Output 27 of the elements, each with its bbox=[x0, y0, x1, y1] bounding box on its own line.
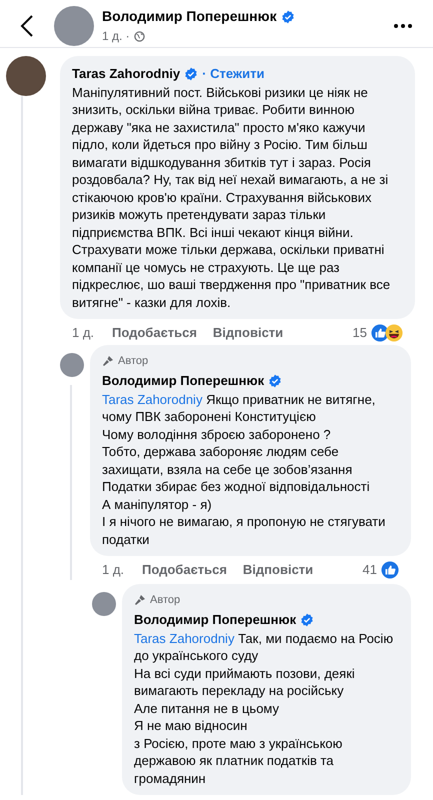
avatar bbox=[54, 6, 94, 46]
reaction-count: 15 bbox=[352, 324, 367, 342]
back-icon[interactable] bbox=[20, 14, 34, 38]
like-button[interactable]: Подобається bbox=[112, 323, 197, 342]
reply-button[interactable]: Відповісти bbox=[212, 323, 284, 342]
avatar bbox=[6, 56, 46, 96]
author-label: Автор bbox=[150, 592, 180, 608]
reply-button[interactable]: Відповісти bbox=[242, 560, 314, 580]
comment-text: Маніпулятивний пост. Військові ризики це ніяк не знизить, оскільки війна триває. Робити винною державу "яка не захистила" просто м'яко кажучи підло, коли йдеться про війну з Росію. Тим більш вимагати відшкодування збитків тут і зараз. Росія роздовбала? Ну, так від неї нехай вимагають, а не зі стікаючою кров'ю країни. Страхування військових ризиків можуть претендувати зараз тільки підприємства ВПК. Всі інші чекают кінця війни. Страхувати може тільки держава, оскільки приватні компанії це чомусь не страхують. Це ще раз підкреслює, шо ваші твердження про "приватник все витягне" - казки для лохів. bbox=[72, 84, 392, 311]
mention-link[interactable]: Taras Zahorodniy bbox=[134, 630, 234, 646]
author-name[interactable]: Володимир Поперешнюк bbox=[102, 6, 277, 27]
comment-time: 1 д. bbox=[102, 561, 126, 579]
like-button[interactable]: Подобається bbox=[142, 560, 227, 580]
commenter-name[interactable]: Володимир Поперешнюк bbox=[102, 371, 264, 390]
author-label: Автор bbox=[118, 354, 148, 368]
reply-text: Taras Zahorodniy Так, ми подаємо на Росію до українського суду На всі суди приймають позови, деякі вимагають перекладу на російську Але питання не в цьому Я не маю відносин з Росією, проте маю з українською державою як платник податків та громадянин bbox=[134, 630, 394, 787]
avatar bbox=[60, 352, 84, 376]
reaction-count: 41 bbox=[362, 561, 377, 579]
follow-link[interactable]: · Стежити bbox=[202, 64, 264, 84]
post-time: 1 д. · bbox=[102, 28, 130, 45]
avatar bbox=[92, 592, 116, 616]
reply-text: Taras Zahorodniy Якщо приватник не витягне, чому ПВК заборонені Конституцією Чому володіння зброєю заборонено ? Тобто, держава забороняє людям себе захищати, взяла на себе це зобов’язання Податки збирає без жодної відповідальності А маніпулятор - я) І я нічого не вимагаю, я пропоную не стягувати податки bbox=[102, 390, 386, 548]
comment-time: 1 д. bbox=[72, 324, 96, 342]
mention-link[interactable]: Taras Zahorodniy bbox=[102, 392, 202, 406]
commenter-name[interactable]: Taras Zahorodniy bbox=[72, 64, 180, 84]
commenter-name[interactable]: Володимир Поперешнюк bbox=[134, 610, 296, 630]
more-icon[interactable] bbox=[393, 24, 413, 28]
